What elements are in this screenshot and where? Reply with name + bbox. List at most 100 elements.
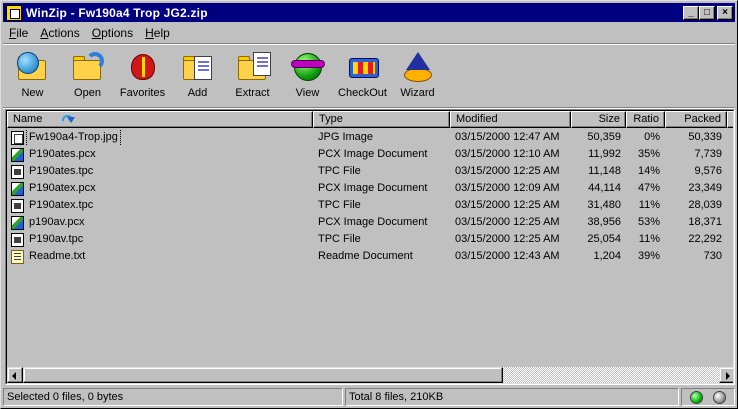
add-files-icon <box>180 50 216 84</box>
table-row[interactable]: p190av.pcx PCX Image Document 03/15/2000… <box>7 214 727 231</box>
file-list[interactable]: Name Type Modified Size Ratio Packed P F… <box>5 109 735 385</box>
column-packed[interactable]: Packed <box>665 111 727 128</box>
open-archive-icon <box>70 50 106 84</box>
column-name[interactable]: Name <box>7 111 313 128</box>
sort-arrow-icon <box>62 114 76 123</box>
file-modified: 03/15/2000 12:47 AM <box>455 131 560 143</box>
column-modified[interactable]: Modified <box>450 111 571 128</box>
file-size: 11,148 <box>588 165 621 177</box>
maximize-button[interactable]: □ <box>699 6 715 20</box>
file-type: TPC File <box>318 165 361 177</box>
scroll-left-button[interactable] <box>7 367 23 383</box>
close-button[interactable]: × <box>717 6 733 20</box>
extract-icon <box>235 50 271 84</box>
scroll-thumb[interactable] <box>23 367 503 383</box>
file-packed: 9,576 <box>694 165 722 177</box>
add-label: Add <box>187 87 208 99</box>
table-row[interactable]: Fw190a4-Trop.jpg JPG Image 03/15/2000 12… <box>7 129 727 146</box>
new-archive-icon <box>15 50 51 84</box>
menu-actions[interactable]: Actions <box>34 26 85 40</box>
menu-help[interactable]: Help <box>139 26 176 40</box>
file-name: P190ates.pcx <box>29 148 96 160</box>
file-modified: 03/15/2000 12:25 AM <box>455 199 560 211</box>
table-row[interactable]: P190ates.tpc TPC File 03/15/2000 12:25 A… <box>7 163 727 180</box>
file-modified: 03/15/2000 12:25 AM <box>455 233 560 245</box>
wizard-button[interactable]: Wizard <box>390 47 445 103</box>
extract-label: Extract <box>235 87 270 99</box>
menu-bar: File Actions Options Help <box>3 23 176 42</box>
file-modified: 03/15/2000 12:43 AM <box>455 250 560 262</box>
tpc-file-icon <box>11 198 24 213</box>
file-ratio: 39% <box>637 250 660 262</box>
horizontal-scrollbar[interactable] <box>7 367 733 383</box>
file-packed: 28,039 <box>688 199 722 211</box>
file-size: 50,359 <box>587 131 621 143</box>
file-packed: 18,371 <box>688 216 722 228</box>
column-type[interactable]: Type <box>313 111 450 128</box>
title-bar[interactable]: WinZip - Fw190a4 Trop JG2.zip _ □ × <box>3 3 735 22</box>
table-row[interactable]: P190atex.pcx PCX Image Document 03/15/20… <box>7 180 727 197</box>
extract-button[interactable]: Extract <box>225 47 280 103</box>
view-label: View <box>295 87 320 99</box>
view-button[interactable]: View <box>280 47 335 103</box>
file-modified: 03/15/2000 12:25 AM <box>455 165 560 177</box>
file-ratio: 11% <box>638 233 660 245</box>
table-row[interactable]: P190atex.tpc TPC File 03/15/2000 12:25 A… <box>7 197 727 214</box>
column-ratio[interactable]: Ratio <box>626 111 665 128</box>
file-type: PCX Image Document <box>318 182 428 194</box>
open-button[interactable]: Open <box>60 47 115 103</box>
winzip-app-icon[interactable] <box>6 4 22 21</box>
file-name: P190atex.tpc <box>29 199 94 211</box>
status-indicators <box>681 388 735 406</box>
status-total: Total 8 files, 210KB <box>345 388 679 406</box>
file-modified: 03/15/2000 12:09 AM <box>455 182 560 194</box>
wizard-icon <box>400 50 436 84</box>
file-ratio: 53% <box>637 216 660 228</box>
minimize-button[interactable]: _ <box>683 6 699 20</box>
new-button[interactable]: New <box>5 47 60 103</box>
table-row[interactable]: P190av.tpc TPC File 03/15/2000 12:25 AM … <box>7 231 727 248</box>
file-packed: 50,339 <box>688 131 722 143</box>
file-name: P190av.tpc <box>29 233 84 245</box>
file-packed: 730 <box>703 250 722 262</box>
file-name: p190av.pcx <box>29 216 85 228</box>
file-rows: Fw190a4-Trop.jpg JPG Image 03/15/2000 12… <box>7 129 727 265</box>
file-modified: 03/15/2000 12:10 AM <box>455 148 560 160</box>
table-row[interactable]: P190ates.pcx PCX Image Document 03/15/20… <box>7 146 727 163</box>
favorites-label: Favorites <box>119 87 166 99</box>
column-size[interactable]: Size <box>571 111 626 128</box>
scroll-track[interactable] <box>23 367 719 383</box>
wizard-label: Wizard <box>400 87 435 99</box>
column-path[interactable]: P <box>727 111 733 128</box>
open-label: Open <box>74 87 101 99</box>
file-type: Readme Document <box>318 250 413 262</box>
file-ratio: 14% <box>637 165 660 177</box>
file-name: Readme.txt <box>29 250 86 262</box>
file-size: 31,480 <box>587 199 621 211</box>
file-type: JPG Image <box>318 131 374 143</box>
file-ratio: 35% <box>637 148 660 160</box>
menu-file[interactable]: File <box>3 26 34 40</box>
file-size: 11,992 <box>588 148 621 160</box>
add-button[interactable]: Add <box>170 47 225 103</box>
favorites-button[interactable]: Favorites <box>115 47 170 103</box>
tpc-file-icon <box>11 164 24 179</box>
table-row[interactable]: Readme.txt Readme Document 03/15/2000 12… <box>7 248 727 265</box>
pcx-file-icon <box>11 215 24 230</box>
checkout-button[interactable]: CheckOut <box>335 47 390 103</box>
menu-options[interactable]: Options <box>86 26 139 40</box>
file-type: PCX Image Document <box>318 216 428 228</box>
pcx-file-icon <box>11 181 24 196</box>
file-name: P190atex.pcx <box>29 182 96 194</box>
view-icon <box>290 50 326 84</box>
text-file-icon <box>11 249 24 264</box>
scroll-right-button[interactable] <box>719 367 733 383</box>
file-type: PCX Image Document <box>318 148 428 160</box>
file-type: TPC File <box>318 233 361 245</box>
file-size: 38,956 <box>587 216 621 228</box>
file-name: Fw190a4-Trop.jpg <box>26 129 121 146</box>
file-ratio: 11% <box>638 199 660 211</box>
pcx-file-icon <box>11 147 24 162</box>
new-label: New <box>21 87 44 99</box>
file-ratio: 47% <box>637 182 660 194</box>
